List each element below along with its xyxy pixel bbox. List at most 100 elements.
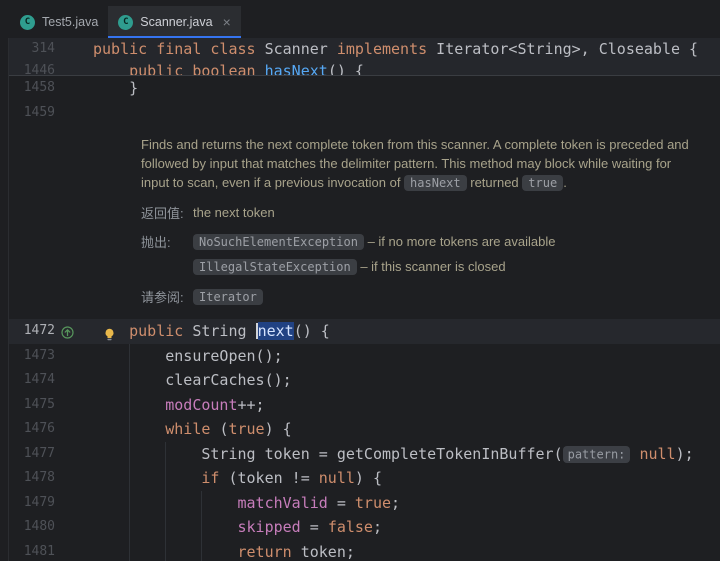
doc-line: Finds and returns the next complete toke… bbox=[141, 135, 689, 154]
doc-code-chip[interactable]: IllegalStateException bbox=[193, 259, 357, 275]
code-text[interactable]: if (token != null) { bbox=[93, 466, 720, 491]
line-number[interactable]: 1479 bbox=[9, 491, 93, 516]
line-number[interactable]: 1458 bbox=[9, 76, 93, 101]
doc-text: – if this scanner is closed bbox=[356, 259, 506, 274]
code-text[interactable]: skipped = false; bbox=[93, 515, 720, 540]
line-number[interactable]: 1475 bbox=[9, 393, 93, 418]
doc-code-chip: true bbox=[522, 175, 564, 191]
code-text[interactable]: return token; bbox=[93, 539, 720, 561]
code-token: null bbox=[318, 469, 355, 487]
code-token: ); bbox=[675, 444, 694, 463]
doc-text: . bbox=[563, 175, 567, 190]
code-token: () { bbox=[327, 62, 364, 75]
doc-code-chip[interactable]: hasNext bbox=[404, 175, 467, 191]
doc-paragraph: Finds and returns the next complete toke… bbox=[141, 135, 689, 193]
code-text[interactable]: } bbox=[93, 76, 720, 101]
code-line[interactable]: 1476 while (true) { bbox=[9, 417, 720, 442]
code-text[interactable]: while (true) { bbox=[93, 417, 720, 442]
code-line[interactable]: 314 public final class Scanner implements… bbox=[9, 38, 720, 60]
line-number[interactable]: 1446 bbox=[9, 60, 93, 75]
doc-text: – if no more tokens are available bbox=[363, 234, 556, 249]
doc-code-chip[interactable]: NoSuchElementException bbox=[193, 234, 364, 250]
code-line[interactable]: 1446 public boolean hasNext() { bbox=[9, 60, 720, 75]
code-text[interactable]: ensureOpen(); bbox=[93, 343, 720, 368]
doc-section: 请参阅: Iterator bbox=[141, 287, 689, 307]
code-line[interactable]: 1475 modCount++; bbox=[9, 392, 720, 418]
code-text[interactable]: public String next() { bbox=[93, 319, 720, 344]
line-number[interactable]: 1459 bbox=[9, 101, 93, 126]
line-number[interactable]: 1472 bbox=[9, 319, 93, 344]
code-token: String token = getCompleteTokenInBuffer( bbox=[93, 444, 563, 463]
intention-bulb-icon[interactable] bbox=[103, 324, 116, 341]
line-number[interactable]: 1477 bbox=[9, 442, 93, 467]
code-line[interactable]: 1458 } bbox=[9, 76, 720, 101]
indent-guide bbox=[165, 466, 167, 491]
code-token: public bbox=[129, 322, 193, 340]
code-token: null bbox=[639, 444, 676, 463]
java-class-icon: C bbox=[118, 14, 134, 30]
code-token: clearCaches(); bbox=[93, 371, 292, 389]
code-editor[interactable]: 314 public final class Scanner implements… bbox=[0, 38, 720, 561]
code-line[interactable]: 1472 public String next() { bbox=[9, 319, 720, 344]
code-line[interactable]: 1473 ensureOpen(); bbox=[9, 343, 720, 369]
indent-guide bbox=[165, 490, 167, 515]
code-token: true bbox=[228, 420, 265, 438]
code-token: matchValid bbox=[237, 493, 328, 512]
code-line[interactable]: 1477 String token = getCompleteTokenInBu… bbox=[9, 441, 720, 467]
line-number[interactable]: 1473 bbox=[9, 344, 93, 369]
overrides-method-icon[interactable] bbox=[61, 324, 74, 339]
code-token: ensureOpen(); bbox=[93, 346, 283, 365]
line-number[interactable]: 1474 bbox=[9, 368, 93, 393]
doc-text: followed by input that matches the delim… bbox=[141, 156, 672, 171]
doc-line: the next token bbox=[193, 203, 275, 222]
code-line[interactable]: 1459 bbox=[9, 101, 720, 126]
code-token: = bbox=[300, 518, 328, 536]
line-number[interactable]: 1480 bbox=[9, 515, 93, 540]
code-token: = bbox=[327, 493, 355, 512]
code-text[interactable]: clearCaches(); bbox=[93, 368, 720, 393]
code-token: while bbox=[165, 420, 220, 438]
doc-line: NoSuchElementException – if no more toke… bbox=[193, 232, 555, 252]
indent-guide bbox=[201, 515, 203, 540]
line-number[interactable]: 1478 bbox=[9, 466, 93, 491]
doc-section: 返回值: the next token bbox=[141, 203, 689, 222]
code-token: public boolean bbox=[129, 62, 265, 75]
inline-documentation: Finds and returns the next complete toke… bbox=[9, 125, 720, 319]
sticky-lines-header: 314 public final class Scanner implements… bbox=[9, 38, 720, 76]
code-text[interactable] bbox=[93, 101, 720, 126]
tab-scanner-java[interactable]: C Scanner.java × bbox=[108, 6, 242, 38]
line-number[interactable]: 314 bbox=[9, 38, 93, 60]
indent-guide bbox=[201, 490, 203, 515]
doc-section-label: 返回值: bbox=[141, 206, 184, 221]
line-number[interactable]: 1481 bbox=[9, 540, 93, 561]
code-token: implements bbox=[336, 40, 428, 58]
code-token: modCount bbox=[165, 395, 238, 414]
code-text[interactable]: String token = getCompleteTokenInBuffer(… bbox=[93, 441, 720, 466]
code-text[interactable]: matchValid = true; bbox=[93, 490, 720, 515]
doc-text: Finds and returns the next complete toke… bbox=[141, 137, 689, 152]
code-text[interactable]: modCount++; bbox=[93, 392, 720, 417]
line-number[interactable]: 1476 bbox=[9, 417, 93, 442]
tab-label: Test5.java bbox=[42, 15, 99, 29]
ide-window: C Test5.java C Scanner.java × 314 public … bbox=[0, 0, 720, 561]
close-icon[interactable]: × bbox=[223, 15, 231, 29]
code-line[interactable]: 1478 if (token != null) { bbox=[9, 466, 720, 491]
code-token: () { bbox=[293, 322, 330, 340]
tab-label: Scanner.java bbox=[140, 15, 213, 29]
code-token: next bbox=[257, 322, 294, 340]
doc-section: 抛出: NoSuchElementException – if no more t… bbox=[141, 232, 689, 277]
code-line[interactable]: 1479 matchValid = true; bbox=[9, 490, 720, 516]
code-token: ; bbox=[391, 493, 401, 512]
tab-test5-java[interactable]: C Test5.java bbox=[10, 6, 108, 38]
doc-section-label: 抛出: bbox=[141, 235, 171, 250]
code-text[interactable]: public boolean hasNext() { bbox=[93, 60, 720, 75]
doc-code-chip[interactable]: Iterator bbox=[193, 289, 263, 305]
code-text[interactable]: public final class Scanner implements It… bbox=[93, 38, 720, 60]
doc-text: returned bbox=[466, 175, 523, 190]
code-line[interactable]: 1481 return token; bbox=[9, 539, 720, 561]
code-token: false bbox=[327, 518, 373, 536]
code-line[interactable]: 1480 skipped = false; bbox=[9, 515, 720, 540]
doc-line: IllegalStateException – if this scanner … bbox=[193, 257, 555, 277]
code-line[interactable]: 1474 clearCaches(); bbox=[9, 368, 720, 393]
